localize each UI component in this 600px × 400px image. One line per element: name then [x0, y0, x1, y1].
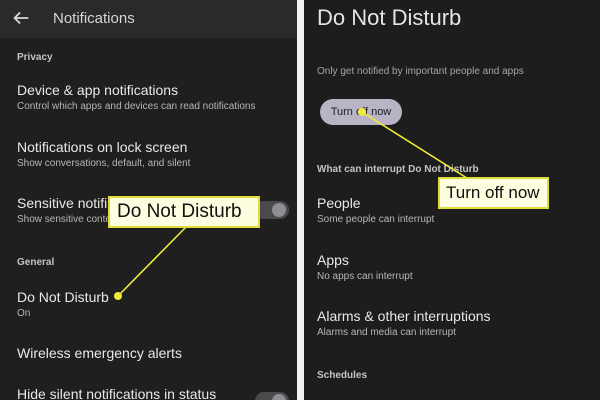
- item-title: Hide silent notifications in status: [17, 386, 217, 400]
- toggle-knob: [272, 203, 286, 217]
- item-title: Do Not Disturb: [17, 289, 109, 305]
- callout-do-not-disturb: Do Not Disturb: [108, 196, 260, 228]
- item-subtitle: Show conversations, default, and silent: [17, 158, 191, 169]
- turn-off-now-button[interactable]: Turn off now: [320, 99, 402, 125]
- lock-screen-notifications-item[interactable]: Notifications on lock screen Show conver…: [0, 139, 297, 173]
- section-label-schedules: Schedules: [317, 370, 368, 381]
- hide-silent-notifications-toggle[interactable]: [255, 392, 289, 400]
- do-not-disturb-item[interactable]: Do Not Disturb On: [0, 289, 297, 323]
- section-label-what-can-interrupt: What can interrupt Do Not Disturb: [317, 164, 479, 175]
- wireless-emergency-alerts-item[interactable]: Wireless emergency alerts: [0, 345, 297, 365]
- back-arrow-icon[interactable]: [10, 7, 32, 29]
- item-title: Device & app notifications: [17, 82, 179, 98]
- item-subtitle: On: [17, 308, 31, 319]
- item-title: People: [317, 195, 361, 211]
- item-title: Sensitive notifi: [17, 195, 108, 211]
- item-subtitle: Control which apps and devices can read …: [17, 101, 256, 112]
- item-subtitle: No apps can interrupt: [317, 271, 413, 282]
- apps-item[interactable]: Apps No apps can interrupt: [304, 252, 600, 286]
- toggle-knob: [272, 394, 286, 400]
- section-label-privacy: Privacy: [17, 52, 53, 63]
- top-app-bar: Notifications: [0, 0, 297, 38]
- item-title: Apps: [317, 252, 349, 268]
- item-title: Alarms & other interruptions: [317, 308, 491, 324]
- dnd-description: Only get notified by important people an…: [317, 66, 524, 77]
- alarms-other-interruptions-item[interactable]: Alarms & other interruptions Alarms and …: [304, 308, 600, 342]
- section-label-general: General: [17, 257, 55, 268]
- item-title: Wireless emergency alerts: [17, 345, 182, 361]
- device-app-notifications-item[interactable]: Device & app notifications Control which…: [0, 82, 297, 116]
- item-title: Notifications on lock screen: [17, 139, 188, 155]
- callout-turn-off-now: Turn off now: [438, 177, 549, 209]
- page-title: Notifications: [53, 10, 135, 27]
- item-subtitle: Show sensitive conte: [17, 214, 111, 225]
- sensitive-notifications-toggle[interactable]: [255, 201, 289, 219]
- hide-silent-notifications-item[interactable]: Hide silent notifications in status: [0, 386, 297, 400]
- dnd-page-title: Do Not Disturb: [317, 5, 462, 30]
- item-subtitle: Some people can interrupt: [317, 214, 435, 225]
- item-subtitle: Alarms and media can interrupt: [317, 327, 456, 338]
